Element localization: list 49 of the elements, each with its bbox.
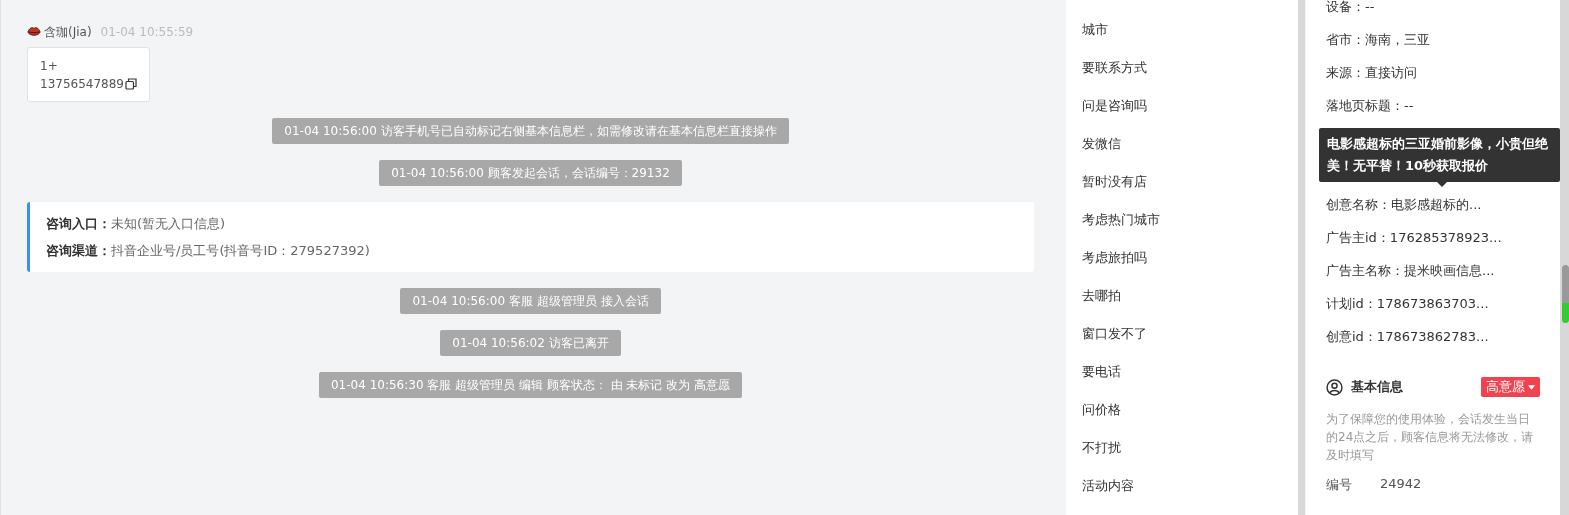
caret-icon	[1528, 384, 1535, 390]
section-title: 基本信息	[1351, 378, 1403, 396]
tag-item[interactable]: 暂时没有店	[1082, 174, 1147, 189]
tag-item[interactable]: 城市	[1082, 22, 1108, 37]
system-message: 01-04 10:56:30 客服 超级管理员 编辑 顾客状态： 由 未标记 改为 高意愿	[318, 372, 743, 398]
detail-row: 落地页标题：--	[1326, 98, 1414, 113]
field-value: 24942	[1380, 476, 1422, 493]
user-icon	[1326, 378, 1343, 396]
message-time: 01-04 10:55:59	[100, 25, 194, 39]
tooltip: 电影感超标的三亚婚前影像，小贵但绝美！无平替！10秒获取报价	[1319, 128, 1560, 182]
info-value: 未知(暂无入口信息)	[111, 216, 226, 231]
detail-row: 创意名称：电影感超标的...	[1326, 197, 1482, 212]
lips-icon	[27, 25, 41, 39]
detail-row: 来源：直接访问	[1326, 65, 1417, 80]
detail-row: 计划id：178673863703...	[1326, 296, 1489, 311]
scrollbar[interactable]	[1560, 0, 1569, 515]
system-message: 01-04 10:56:02 访客已离开	[440, 330, 621, 356]
message-text: 1+	[40, 58, 58, 75]
copy-icon[interactable]	[125, 78, 137, 90]
scrollbar-thumb[interactable]	[1562, 265, 1569, 323]
system-message: 01-04 10:56:00 客服 超级管理员 接入会话	[400, 288, 661, 314]
info-value: 抖音企业号/员工号(抖音号ID：279527392)	[111, 243, 370, 258]
detail-row: 设备：--	[1326, 0, 1375, 14]
tag-item[interactable]: 要联系方式	[1082, 60, 1147, 75]
detail-row: 广告主名称：提米映画信息...	[1326, 263, 1495, 278]
system-message: 01-04 10:56:00 访客手机号已自动标记右侧基本信息栏，如需修改请在基本信息栏直接操作	[272, 118, 789, 144]
tag-item[interactable]: 问价格	[1082, 402, 1121, 417]
tooltip-arrow	[1437, 182, 1447, 187]
scrollbar[interactable]	[1298, 0, 1305, 515]
notice-text: 为了保障您的使用体验，会话发生当日的24点之后，顾客信息将无法修改，请及时填写	[1326, 411, 1535, 464]
tag-item[interactable]: 不打扰	[1082, 440, 1121, 455]
tag-item[interactable]: 考虑热门城市	[1082, 212, 1160, 227]
tag-item[interactable]: 去哪拍	[1082, 288, 1121, 303]
tag-item[interactable]: 问是咨询吗	[1082, 98, 1147, 113]
tag-item[interactable]: 考虑旅拍吗	[1082, 250, 1147, 265]
tag-item[interactable]: 窗口发不了	[1082, 326, 1147, 341]
detail-row: 创意id：178673862783...	[1326, 329, 1489, 344]
info-label: 咨询渠道：	[46, 243, 111, 258]
tag-item[interactable]: 发微信	[1082, 136, 1121, 151]
info-label: 咨询入口：	[46, 216, 111, 231]
system-message: 01-04 10:56:00 顾客发起会话，会话编号：29132	[379, 160, 682, 186]
message-text: 13756547889	[40, 76, 124, 93]
tag-item[interactable]: 要电话	[1082, 364, 1121, 379]
detail-row: 省市：海南，三亚	[1326, 32, 1430, 47]
sender-name: 含珈(Jia)	[44, 23, 92, 41]
field-label: 编号	[1326, 476, 1353, 494]
detail-row: 广告主id：176285378923...	[1326, 230, 1502, 245]
tag-item[interactable]: 活动内容	[1082, 478, 1134, 493]
status-dropdown[interactable]: 高意愿	[1481, 377, 1540, 397]
